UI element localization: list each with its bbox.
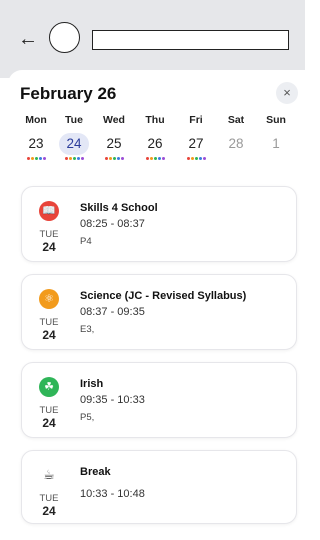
day-name: Sun [266,114,286,126]
lesson-weekday: TUE [39,405,59,416]
lesson-dot [108,157,112,160]
lesson-time: 08:25 - 08:37 [80,218,145,230]
day-name: Thu [145,114,165,126]
coffee-cup-icon: ☕ [43,467,55,482]
shamrock-icon: ☘ [39,377,59,397]
lesson-dots [137,157,173,160]
lesson-dot [194,157,198,160]
avatar[interactable] [49,22,80,53]
day-sat[interactable]: Sat 28 [218,114,254,160]
lesson-subject: Break [80,466,111,478]
close-icon[interactable]: × [276,82,298,104]
lesson-dot [30,157,34,160]
back-arrow-icon[interactable]: ← [18,27,38,51]
lesson-card[interactable]: ⚛ TUE 24 Science (JC - Revised Syllabus) 08:… [21,274,297,350]
lesson-dot [145,157,149,160]
lesson-card[interactable]: ☕ TUE 24 Break 10:33 - 10:48 [21,450,297,524]
day-number: 25 [106,136,122,151]
day-name: Tue [65,114,83,126]
lesson-dot [198,157,202,160]
top-bar: ← [0,0,305,78]
lesson-dots [178,157,214,160]
week-strip: Mon 23 Tue 24 Wed 25 Thu 26 Fri 27 Sat 28 Sun 1 [18,114,300,164]
lesson-subject: Irish [80,378,104,390]
day-number: 27 [188,136,204,151]
lesson-dots [96,157,132,160]
day-name: Fri [189,114,203,126]
lesson-dot [190,157,194,160]
lesson-weekday: TUE [39,317,59,328]
lesson-room: P4 [80,236,92,247]
lesson-dot [34,157,38,160]
day-number: 1 [272,136,280,151]
lesson-dot [80,157,84,160]
lesson-dot [68,157,72,160]
lesson-dot [186,157,190,160]
lesson-dot [116,157,120,160]
day-sun[interactable]: Sun 1 [258,114,294,160]
lesson-card[interactable]: 📖 TUE 24 Skills 4 School 08:25 - 08:37 P4 [21,186,297,262]
lesson-dots [218,157,254,160]
lesson-date: 24 [42,240,56,254]
lesson-subject: Science (JC - Revised Syllabus) [80,290,247,302]
day-fri[interactable]: Fri 27 [178,114,214,160]
day-number: 26 [147,136,163,151]
book-icon: 📖 [39,201,59,221]
lesson-dot [104,157,108,160]
lesson-dots [56,157,92,160]
lesson-dot [149,157,153,160]
title-field[interactable] [92,30,289,50]
month-title: February 26 [20,84,117,103]
lesson-dot [120,157,124,160]
day-name: Sat [227,114,245,126]
lesson-time: 10:33 - 10:48 [80,488,145,500]
lesson-dot [72,157,76,160]
lesson-dot [202,157,206,160]
lesson-dot [64,157,68,160]
lesson-time: 08:37 - 09:35 [80,306,145,318]
lesson-dot [26,157,30,160]
lesson-subject: Skills 4 School [80,202,158,214]
day-number: 28 [228,136,244,151]
lesson-card[interactable]: ☘ TUE 24 Irish 09:35 - 10:33 P5, [21,362,297,438]
lesson-dots [18,157,54,160]
day-name: Mon [25,114,47,126]
lesson-dot [76,157,80,160]
day-wed[interactable]: Wed 25 [96,114,132,160]
day-number: 24 [59,133,89,155]
day-name: Wed [103,114,125,126]
lesson-dot [153,157,157,160]
lesson-room: P5, [80,412,95,423]
day-thu[interactable]: Thu 26 [137,114,173,160]
lesson-date: 24 [42,416,56,430]
lesson-dot [157,157,161,160]
lesson-dot [161,157,165,160]
day-number: 23 [28,136,44,151]
lesson-dot [42,157,46,160]
day-tue[interactable]: Tue 24 [56,114,92,160]
lesson-date: 24 [42,504,56,518]
atom-icon: ⚛ [39,289,59,309]
lesson-weekday: TUE [39,229,59,240]
lesson-dot [112,157,116,160]
day-mon[interactable]: Mon 23 [18,114,54,160]
lesson-dot [38,157,42,160]
lesson-weekday: TUE [39,493,59,504]
lesson-dots [258,157,294,160]
lesson-time: 09:35 - 10:33 [80,394,145,406]
lesson-room: E3, [80,324,95,335]
lesson-date: 24 [42,328,56,342]
